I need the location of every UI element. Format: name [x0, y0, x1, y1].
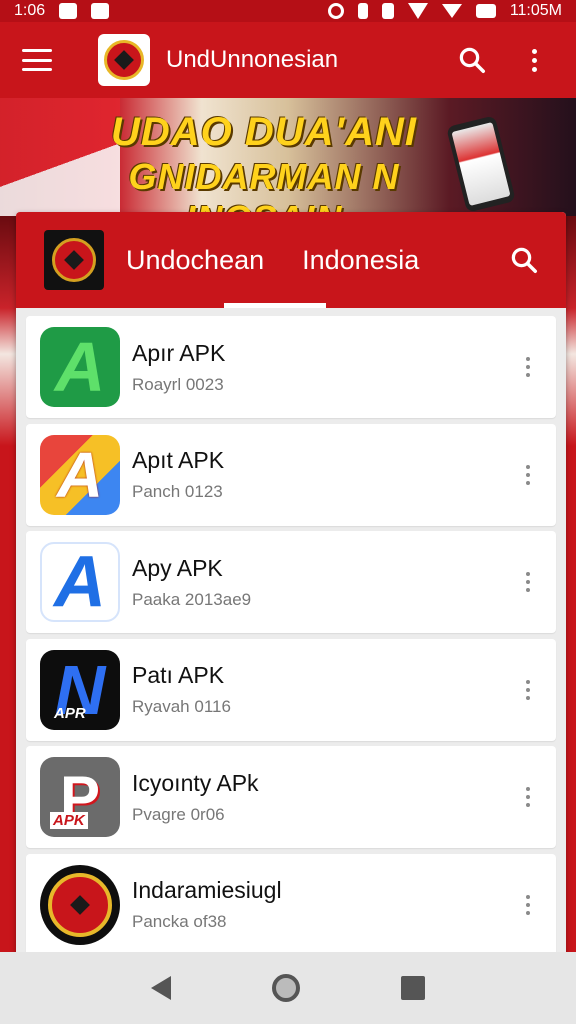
status-clock-right: 11:05M [509, 2, 562, 19]
item-menu-button[interactable] [516, 347, 540, 387]
status-time: 1:06 [14, 2, 46, 19]
item-menu-button[interactable] [516, 670, 540, 710]
app-title: UndUnnonesian [166, 46, 339, 73]
system-nav-bar [0, 952, 576, 1024]
app-list: A Apır APK Roayrl 0023 A Apıt APK Panch 01… [16, 308, 566, 956]
more-vert-icon [526, 572, 530, 592]
app-logo [98, 34, 150, 86]
phone-graphic [446, 115, 516, 213]
search-button[interactable] [452, 40, 492, 80]
card-header: Undochean Indonesia [16, 212, 566, 308]
grey-apk-icon: P APK [40, 757, 120, 837]
banner-subheadline: GNIDARMAN N INOSAIN [128, 156, 400, 216]
overflow-menu-button[interactable] [514, 40, 554, 80]
app-name: Patı APK [132, 662, 225, 688]
search-icon [511, 247, 537, 273]
tab-undochean[interactable]: Undochean [126, 245, 264, 276]
alarm-icon [327, 3, 344, 19]
garuda-emblem-icon [104, 40, 144, 80]
more-vert-icon [531, 48, 537, 72]
app-bar: UndUnnonesian [0, 22, 576, 98]
more-vert-icon [526, 679, 530, 700]
more-vert-icon [526, 357, 530, 377]
app-subtitle: Roayrl 0023 [132, 374, 224, 394]
status-bar: 1:06 11:05M [0, 0, 576, 22]
black-apk-icon: N APR [40, 649, 120, 730]
app-list-card: Undochean Indonesia A Apır APK Roayrl 002… [16, 212, 566, 972]
tab-indonesia[interactable]: Indonesia [302, 245, 419, 276]
app-name: Icyoınty APk [132, 769, 259, 796]
app-subtitle: Panch 0123 [132, 482, 223, 501]
menu-icon[interactable] [22, 49, 52, 71]
battery-icon [475, 4, 496, 18]
banner-headline: UDAO DUA'ANI [111, 110, 417, 154]
tab-indicator [224, 303, 326, 308]
app-subtitle: Pancka of38 [132, 912, 227, 931]
item-menu-button[interactable] [516, 562, 540, 602]
item-menu-button[interactable] [516, 885, 540, 925]
green-a-icon: A [40, 327, 120, 407]
vibrate-icon [381, 3, 394, 19]
multicolor-a-icon: A [40, 434, 120, 515]
app-subtitle: Paaka 2013ae9 [132, 589, 252, 609]
promo-banner[interactable]: UDAO DUA'ANI GNIDARMAN N INOSAIN [0, 98, 576, 216]
app-name: Indaramiesiugl [132, 877, 282, 903]
list-item[interactable]: P APK Icyoınty APk Pvagre 0r06 [26, 746, 556, 848]
garuda-badge-icon [40, 864, 120, 945]
more-vert-icon [526, 464, 530, 485]
back-icon[interactable] [150, 976, 171, 1000]
item-menu-button[interactable] [516, 777, 540, 817]
list-item[interactable]: Indaramiesiugl Pancka of38 [26, 853, 556, 956]
app-name: Apır APK [132, 339, 226, 366]
more-vert-icon [526, 787, 530, 807]
notification-app-icon [91, 3, 110, 19]
list-item[interactable]: N APR Patı APK Ryavah 0116 [26, 638, 556, 741]
status-right: 11:05M [327, 2, 562, 20]
blue-a-icon: A [40, 542, 120, 622]
search-icon [459, 47, 485, 73]
wifi-icon [407, 3, 428, 19]
list-item[interactable]: A Apıt APK Panch 0123 [26, 423, 556, 526]
bluetooth-icon [357, 3, 368, 19]
home-icon[interactable] [271, 974, 300, 1002]
app-name: Apy APK [132, 554, 223, 581]
more-vert-icon [526, 894, 530, 915]
list-item[interactable]: A Apy APK Paaka 2013ae9 [26, 531, 556, 633]
garuda-emblem-icon [52, 238, 96, 282]
item-menu-button[interactable] [516, 455, 540, 495]
app-subtitle: Ryavah 0116 [132, 697, 231, 716]
app-name: Apıt APK [132, 447, 225, 473]
card-search-button[interactable] [504, 240, 544, 280]
recents-icon[interactable] [401, 976, 426, 1000]
status-left: 1:06 [14, 2, 110, 20]
card-logo [44, 230, 104, 290]
list-item[interactable]: A Apır APK Roayrl 0023 [26, 316, 556, 418]
app-subtitle: Pvagre 0r06 [132, 804, 225, 824]
notification-check-icon [59, 3, 78, 19]
signal-icon [441, 4, 462, 18]
